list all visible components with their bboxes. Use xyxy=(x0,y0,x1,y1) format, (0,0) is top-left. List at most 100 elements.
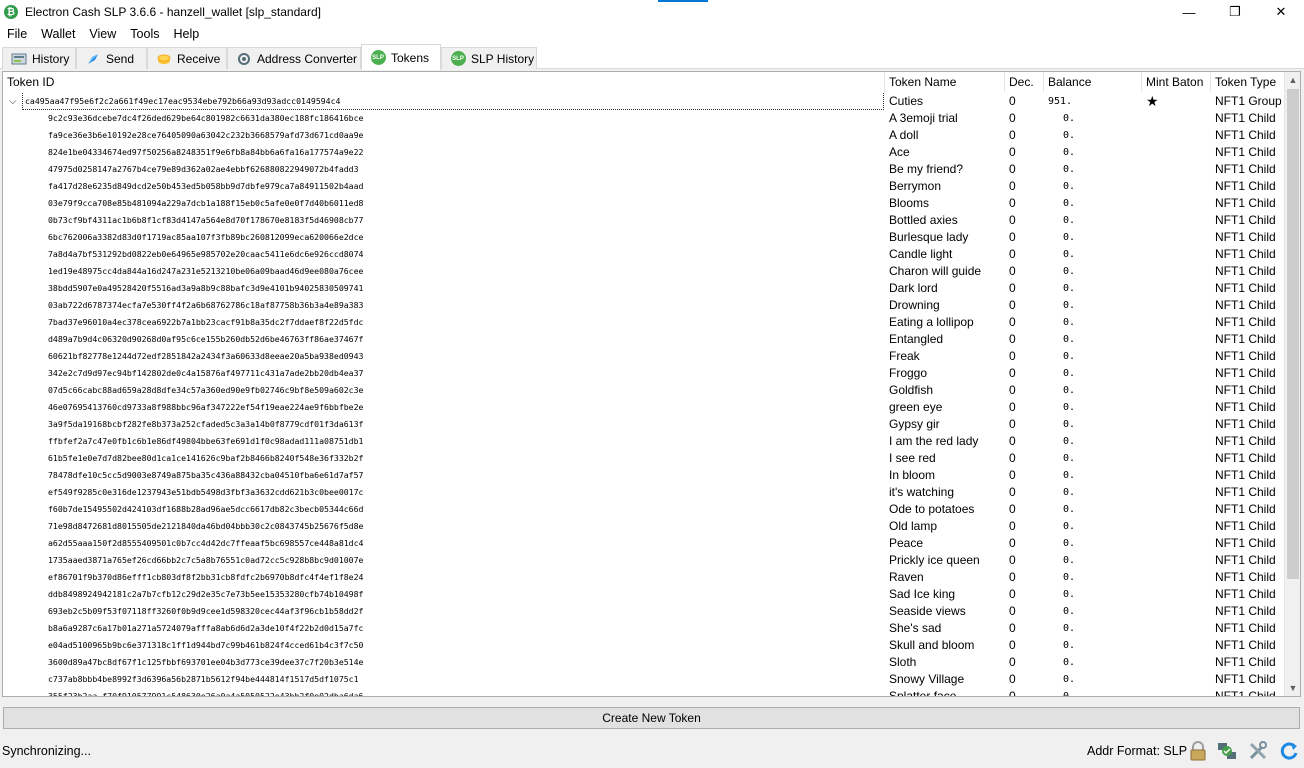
token-decimals: 0 xyxy=(1009,281,1016,295)
menu-bar: File Wallet View Tools Help xyxy=(0,24,1304,44)
token-decimals: 0 xyxy=(1009,111,1016,125)
table-row[interactable]: 9c2c93e36dcebe7dc4f26ded629be64c801982c6… xyxy=(3,110,1285,127)
column-header-token-type[interactable]: Token Type xyxy=(1211,72,1285,92)
token-decimals: 0 xyxy=(1009,366,1016,380)
token-decimals: 0 xyxy=(1009,604,1016,618)
token-tree[interactable]: Token ID ^ Token Name Dec. Balance Mint … xyxy=(2,71,1301,697)
table-row[interactable]: b8a6a9287c6a17b01a271a5724079afffa8ab6d6… xyxy=(3,620,1285,637)
table-row[interactable]: fa9ce36e3b6e10192e28ce76405090a63042c232… xyxy=(3,127,1285,144)
token-type: NFT1 Child xyxy=(1215,281,1276,295)
table-row[interactable]: 46e07695413760cd9733a8f988bbc96af347222e… xyxy=(3,399,1285,416)
token-id: 71e98d8472681d8015505de2121840da46bd04bb… xyxy=(48,521,364,531)
table-row[interactable]: 47975d0258147a2767b4ce79e89d362a02ae4ebb… xyxy=(3,161,1285,178)
token-decimals: 0 xyxy=(1009,196,1016,210)
table-row[interactable]: ef549f9285c0e316de1237943e51bdb5498d3fbf… xyxy=(3,484,1285,501)
vertical-scrollbar[interactable]: ▲ ▼ xyxy=(1284,72,1300,696)
minimize-button[interactable]: — xyxy=(1166,0,1212,24)
table-row[interactable]: f60b7de15495502d424103df1688b28ad96ae5dc… xyxy=(3,501,1285,518)
lock-icon[interactable] xyxy=(1186,739,1210,763)
table-row[interactable]: 1ed19e48975cc4da844a16d247a231e5213210be… xyxy=(3,263,1285,280)
create-new-token-button[interactable]: Create New Token xyxy=(3,707,1300,729)
chevron-down-icon[interactable]: ⌵ xyxy=(9,93,17,110)
menu-file[interactable]: File xyxy=(0,27,34,41)
tab-slp-history[interactable]: SLP SLP History xyxy=(441,47,537,69)
table-row[interactable]: 38bdd5907e0a49528420f5516ad3a9a8b9c88baf… xyxy=(3,280,1285,297)
scrollbar-thumb[interactable] xyxy=(1287,89,1299,579)
token-name: Be my friend? xyxy=(889,162,964,176)
bitcoin-cash-icon: ₿ xyxy=(4,5,18,19)
table-row[interactable]: 342e2c7d9d97ec94bf142802de0c4a15876af497… xyxy=(3,365,1285,382)
token-balance: 0. xyxy=(1063,674,1076,685)
scroll-down-arrow-icon[interactable]: ▼ xyxy=(1285,680,1300,696)
token-name: Goldfish xyxy=(889,383,934,397)
table-row[interactable]: ddb8498924942181c2a7b7cfb12c29d2e35c7e73… xyxy=(3,586,1285,603)
network-icon[interactable] xyxy=(1215,739,1239,763)
token-id: 0b73cf9bf4311ac1b6b8f1cf83d4147a564e8d70… xyxy=(48,215,364,225)
token-name: it's watching xyxy=(889,485,954,499)
table-row[interactable]: 60621bf82778e1244d72edf2851842a2434f3a60… xyxy=(3,348,1285,365)
table-row[interactable]: 1735aaed3871a765ef26cd66bb2c7c5a8b76551c… xyxy=(3,552,1285,569)
tab-address-converter[interactable]: Address Converter xyxy=(227,47,361,69)
tab-send[interactable]: Send xyxy=(76,47,147,69)
table-row[interactable]: a62d55aaa150f2d8555409501c0b7cc4d42dc7ff… xyxy=(3,535,1285,552)
column-header-mint-baton[interactable]: Mint Baton xyxy=(1142,72,1211,92)
receive-icon xyxy=(156,52,172,66)
refresh-icon[interactable] xyxy=(1277,739,1301,763)
token-type: NFT1 Child xyxy=(1215,502,1276,516)
menu-view[interactable]: View xyxy=(82,27,123,41)
menu-wallet[interactable]: Wallet xyxy=(34,27,82,41)
table-row[interactable]: 7a8d4a7bf531292bd0822eb0e64965e985702e20… xyxy=(3,246,1285,263)
token-id: ffbfef2a7c47e0fb1c6b1e86df49804bbe63fe69… xyxy=(48,436,364,446)
tools-icon[interactable] xyxy=(1246,739,1270,763)
table-row[interactable]: 07d5c66cabc88ad659a28d8dfe34c57a360ed90e… xyxy=(3,382,1285,399)
table-row[interactable]: 355f23b2aa f70f910577991c548630e26a0a4a5… xyxy=(3,688,1285,697)
table-row[interactable]: ⌵ ca495aa47f95e6f2c2a661f49ec17eac9534eb… xyxy=(3,93,1285,110)
column-header-token-name[interactable]: Token Name xyxy=(885,72,1005,92)
column-header-token-id[interactable]: Token ID xyxy=(3,72,885,92)
maximize-button[interactable]: ❐ xyxy=(1212,0,1258,24)
tab-receive[interactable]: Receive xyxy=(147,47,227,69)
token-name: A doll xyxy=(889,128,919,142)
table-row[interactable]: e04ad5100965b9bc6e371318c1ff1d944bd7c99b… xyxy=(3,637,1285,654)
token-name: Bottled axies xyxy=(889,213,958,227)
menu-help[interactable]: Help xyxy=(166,27,206,41)
table-row[interactable]: 693eb2c5b09f53f07118ff3260f0b9d9cee1d598… xyxy=(3,603,1285,620)
token-decimals: 0 xyxy=(1009,230,1016,244)
tab-tokens[interactable]: SLP Tokens xyxy=(361,44,441,70)
token-decimals: 0 xyxy=(1009,485,1016,499)
token-id: 03ab722d6787374ecfa7e530ff4f2a6b68762786… xyxy=(48,300,364,310)
scroll-up-arrow-icon[interactable]: ▲ xyxy=(1285,72,1300,88)
table-row[interactable]: 824e1be04334674ed97f50256a8248351f9e6fb8… xyxy=(3,144,1285,161)
table-row[interactable]: 71e98d8472681d8015505de2121840da46bd04bb… xyxy=(3,518,1285,535)
table-row[interactable]: 03ab722d6787374ecfa7e530ff4f2a6b68762786… xyxy=(3,297,1285,314)
token-name: I am the red lady xyxy=(889,434,979,448)
token-name: Seaside views xyxy=(889,604,966,618)
tab-history[interactable]: History xyxy=(2,47,76,69)
token-decimals: 0 xyxy=(1009,179,1016,193)
menu-tools[interactable]: Tools xyxy=(123,27,166,41)
column-header-balance[interactable]: Balance xyxy=(1044,72,1142,92)
table-row[interactable]: 3600d89a47bc8df67f1c125fbbf693701ee04b3d… xyxy=(3,654,1285,671)
table-row[interactable]: ffbfef2a7c47e0fb1c6b1e86df49804bbe63fe69… xyxy=(3,433,1285,450)
table-row[interactable]: 61b5fe1e0e7d7d82bee80d1ca1ce141626c9baf2… xyxy=(3,450,1285,467)
table-row[interactable]: fa417d28e6235d849dcd2e50b453ed5b058bb9d7… xyxy=(3,178,1285,195)
table-row[interactable]: 78478dfe10c5cc5d9003e8749a875ba35c436a88… xyxy=(3,467,1285,484)
table-row[interactable]: c737ab8bbb4be8992f3d6396a56b2871b5612f94… xyxy=(3,671,1285,688)
token-balance: 0. xyxy=(1063,691,1076,697)
tab-send-label: Send xyxy=(106,51,135,66)
token-name: Dark lord xyxy=(889,281,938,295)
column-header-dec[interactable]: Dec. xyxy=(1005,72,1044,92)
table-row[interactable]: 03e79f9cca708e85b481094a229a7dcb1a188f15… xyxy=(3,195,1285,212)
token-id: 03e79f9cca708e85b481094a229a7dcb1a188f15… xyxy=(48,198,364,208)
token-type: NFT1 Child xyxy=(1215,468,1276,482)
table-row[interactable]: d489a7b9d4c06320d90268d0af95c6ce155b260d… xyxy=(3,331,1285,348)
table-row[interactable]: 7bad37e96010a4ec378cea6922b7a1bb23cacf91… xyxy=(3,314,1285,331)
addr-format-label[interactable]: Addr Format: SLP xyxy=(1087,744,1187,758)
table-row[interactable]: ef86701f9b370d86efff1cb803df8f2bb31cb8fd… xyxy=(3,569,1285,586)
table-row[interactable]: 0b73cf9bf4311ac1b6b8f1cf83d4147a564e8d70… xyxy=(3,212,1285,229)
token-name: Berrymon xyxy=(889,179,942,193)
close-button[interactable]: ✕ xyxy=(1258,0,1304,24)
token-decimals: 0 xyxy=(1009,621,1016,635)
table-row[interactable]: 6bc762006a3382d83d0f1719ac85aa107f3fb89b… xyxy=(3,229,1285,246)
table-row[interactable]: 3a9f5da19168bcbf282fe8b373a252cfaded5c3a… xyxy=(3,416,1285,433)
